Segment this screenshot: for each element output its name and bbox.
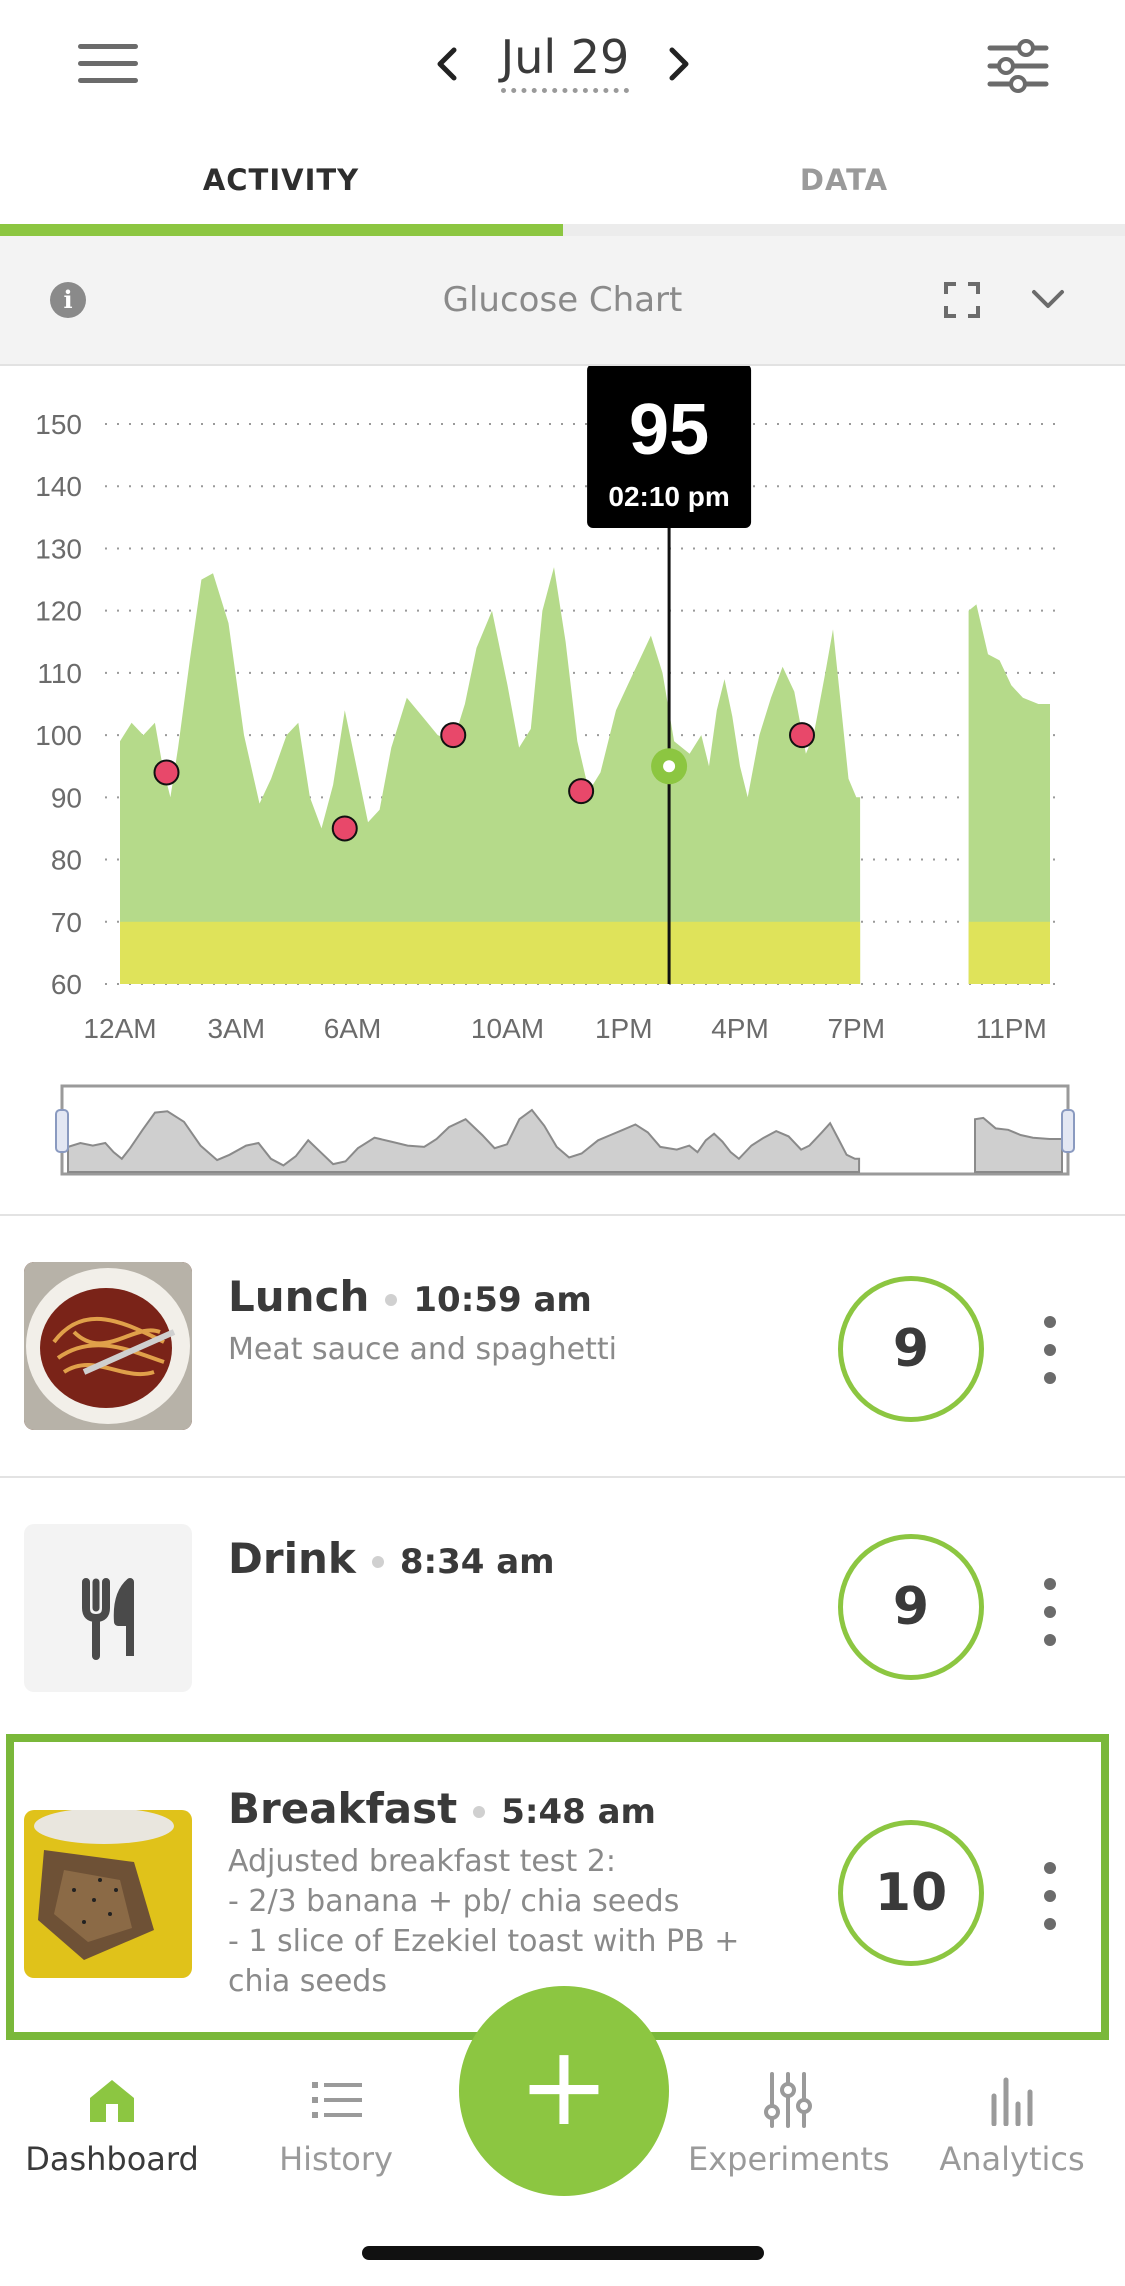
chart-tooltip: 95 02:10 pm [587, 366, 752, 528]
y-tick-label: 90 [51, 782, 82, 813]
meal-time: 10:59 am [413, 1280, 592, 1320]
nav-experiments[interactable]: Experiments [688, 2072, 890, 2202]
nav-label: Dashboard [25, 2140, 199, 2178]
add-entry-button[interactable]: + [459, 1986, 669, 2196]
y-tick-label: 80 [51, 845, 82, 876]
glucose-area-segment-1 [120, 567, 861, 984]
x-tick-label: 12AM [83, 1013, 156, 1044]
meal-name: Lunch [228, 1272, 370, 1321]
meal-score[interactable]: 9 [838, 1276, 984, 1422]
x-tick-label: 1PM [595, 1013, 653, 1044]
x-tick-label: 11PM [976, 1013, 1047, 1044]
overview-handle-right [1061, 1109, 1075, 1153]
meal-score[interactable]: 9 [838, 1534, 984, 1680]
top-bar: Jul 29 [0, 0, 1125, 135]
filter-settings-icon[interactable] [986, 36, 1050, 96]
meal-marker [440, 722, 467, 749]
x-tick-label: 10AM [471, 1013, 544, 1044]
more-options-icon[interactable] [1040, 1578, 1060, 1648]
x-axis-labels: 12AM 3AM 6AM 10AM 1PM 4PM 7PM 11PM [83, 1013, 1046, 1044]
home-icon [90, 2080, 134, 2122]
more-options-icon[interactable] [1040, 1316, 1060, 1386]
nav-label: History [279, 2140, 393, 2178]
tab-active-indicator [0, 224, 563, 236]
tooltip-value: 95 [629, 390, 709, 470]
nav-analytics[interactable]: Analytics [912, 2072, 1112, 2202]
y-tick-label: 140 [35, 471, 82, 502]
y-tick-label: 100 [35, 720, 82, 751]
chevron-right-icon[interactable] [658, 44, 698, 84]
y-tick-label: 120 [35, 596, 82, 627]
meal-time: 8:34 am [399, 1542, 555, 1582]
overview-handle-left [55, 1109, 69, 1153]
home-indicator [362, 2246, 764, 2260]
y-tick-label: 150 [35, 409, 82, 440]
x-tick-label: 7PM [827, 1013, 885, 1044]
spaghetti-photo [24, 1262, 192, 1430]
y-tick-label: 60 [51, 969, 82, 1000]
x-tick-label: 3AM [207, 1013, 265, 1044]
y-tick-label: 130 [35, 533, 82, 564]
tab-activity[interactable]: ACTIVITY [0, 140, 562, 230]
list-icon [312, 2082, 362, 2118]
meal-marker [568, 778, 595, 805]
date-label: Jul 29 [500, 30, 630, 93]
sliders-icon [764, 2072, 812, 2128]
nav-dashboard[interactable]: Dashboard [12, 2072, 212, 2202]
cursor-point-center [663, 760, 676, 773]
meal-marker [789, 722, 815, 749]
nav-label: Analytics [939, 2140, 1085, 2178]
y-axis-labels: 150 140 130 120 110 100 90 80 70 60 [35, 409, 82, 1000]
meal-name: Drink [228, 1534, 356, 1583]
x-tick-label: 6AM [324, 1013, 382, 1044]
meal-description: Meat sauce and spaghetti [228, 1332, 617, 1367]
chevron-down-icon[interactable] [1030, 286, 1066, 314]
fork-knife-icon [24, 1524, 192, 1692]
list-item-lunch[interactable]: Lunch 10:59 am Meat sauce and spaghetti 9 [0, 1216, 1125, 1476]
glucose-chart-header: i Glucose Chart [0, 236, 1125, 366]
meal-marker [331, 815, 358, 842]
hamburger-menu-icon[interactable] [78, 44, 138, 88]
glucose-chart[interactable]: 150 140 130 120 110 100 90 80 70 60 12AM 3AM 6AM 10A… [0, 366, 1125, 1206]
y-tick-label: 110 [37, 658, 82, 689]
meal-marker [153, 759, 180, 786]
low-range-band-1 [120, 921, 861, 984]
nav-label: Experiments [688, 2140, 890, 2178]
low-range-band-2 [968, 921, 1050, 984]
tooltip-time: 02:10 pm [608, 481, 729, 512]
nav-history[interactable]: History [236, 2072, 436, 2202]
list-item-drink[interactable]: Drink 8:34 am 9 [0, 1478, 1125, 1734]
bar-chart-icon [991, 2077, 1033, 2126]
tab-data[interactable]: DATA [563, 140, 1125, 230]
x-tick-label: 4PM [711, 1013, 769, 1044]
y-tick-label: 70 [51, 907, 82, 938]
fullscreen-icon[interactable] [944, 282, 980, 318]
